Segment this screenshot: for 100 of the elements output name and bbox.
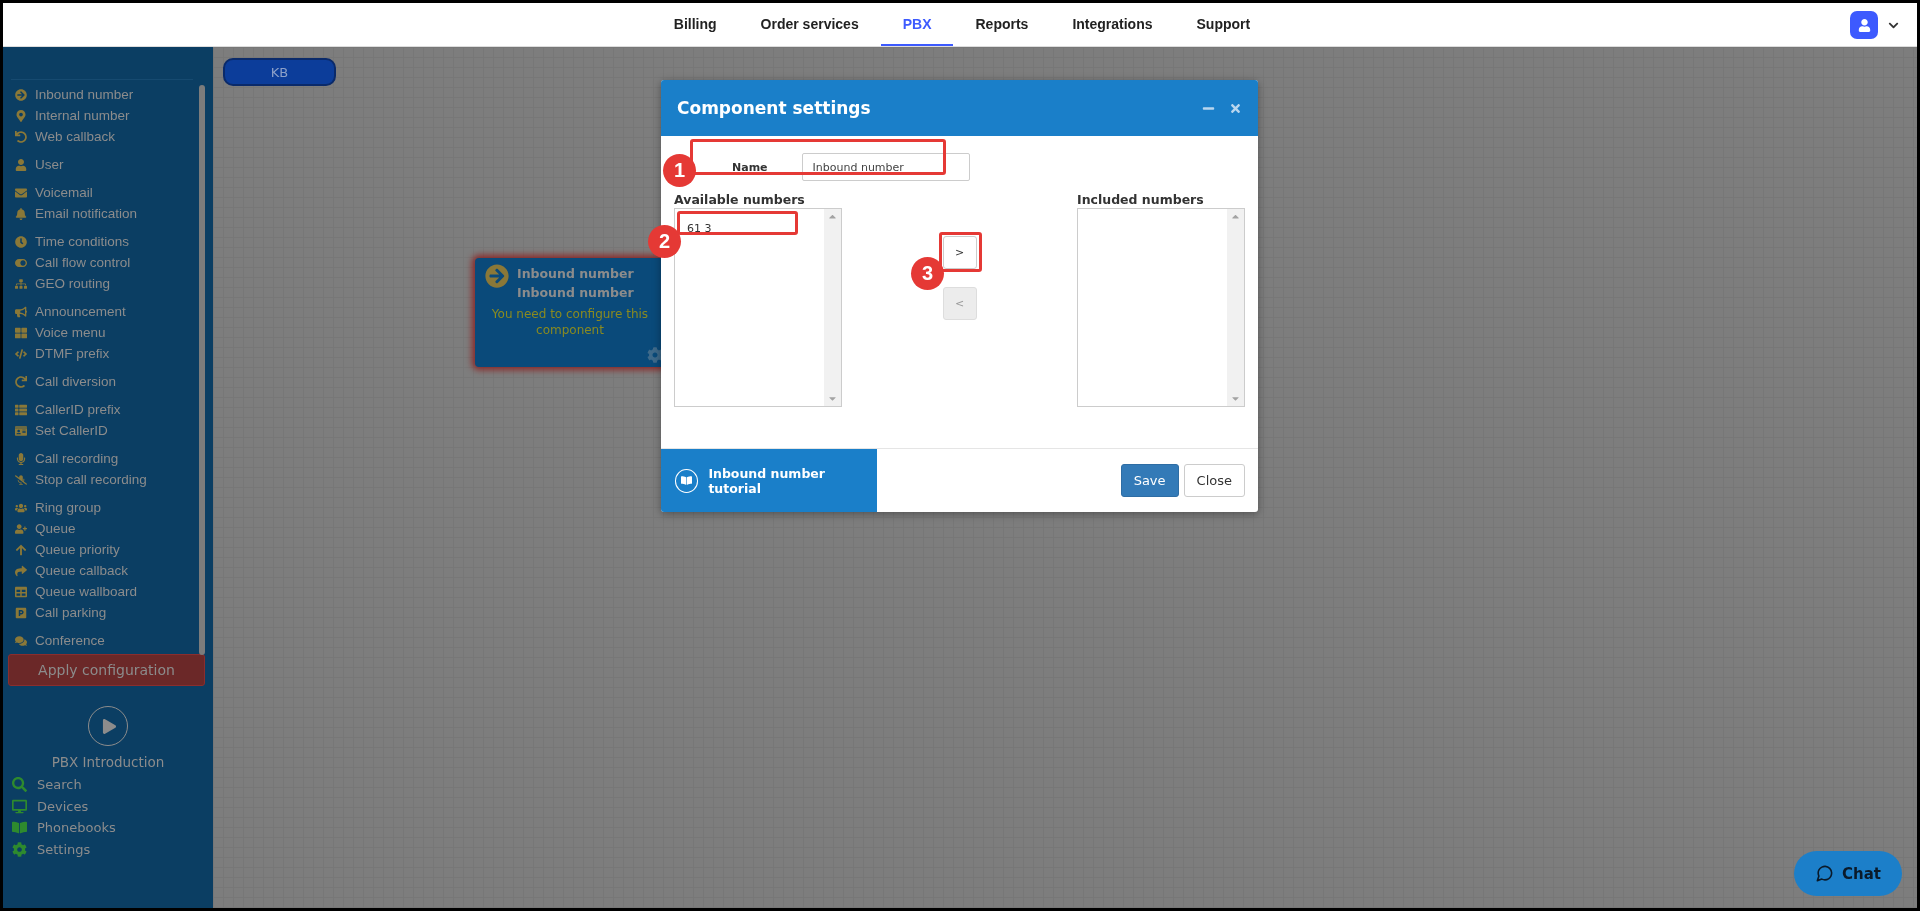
sidebar-item-label: Call diversion xyxy=(35,374,117,389)
tool-link[interactable]: Search xyxy=(11,774,213,796)
sidebar-item-label: Web callback xyxy=(35,129,116,144)
sidebar-item[interactable]: Voice menu xyxy=(14,322,213,343)
sidebar-item[interactable]: Set CallerID xyxy=(14,420,213,441)
sidebar-item[interactable]: Voicemail xyxy=(14,182,213,203)
parking-icon xyxy=(14,606,27,619)
nav-tab[interactable]: Order services xyxy=(738,3,881,46)
chat-button[interactable]: Chat xyxy=(1794,851,1902,896)
sidebar-item[interactable]: Call diversion xyxy=(14,371,213,392)
tool-label: Phonebooks xyxy=(37,820,116,836)
sidebar-item[interactable]: DTMF prefix xyxy=(14,343,213,364)
tool-link[interactable]: Phonebooks xyxy=(11,817,213,839)
speech-bubble-icon xyxy=(1815,864,1834,883)
sidebar-item[interactable]: CallerID prefix xyxy=(14,399,213,420)
user-avatar-icon[interactable] xyxy=(1850,11,1878,39)
included-numbers-list[interactable] xyxy=(1077,208,1245,407)
tutorial-link[interactable]: Inbound number tutorial xyxy=(661,449,877,512)
sidebar-item[interactable]: Internal number xyxy=(14,105,213,126)
map-pin-icon xyxy=(14,109,27,122)
tool-label: Settings xyxy=(37,841,91,857)
kb-button[interactable]: KB xyxy=(223,58,336,86)
sidebar-item-label: Queue xyxy=(35,521,76,536)
sidebar-item[interactable]: Conference xyxy=(14,630,213,651)
grid-icon xyxy=(14,326,27,339)
sidebar-item[interactable]: Announcement xyxy=(14,301,213,322)
sidebar-item-label: Call parking xyxy=(35,605,107,620)
comments-icon xyxy=(14,634,27,647)
name-label: Name xyxy=(732,160,768,174)
table-icon xyxy=(14,585,27,598)
sidebar-item-label: Voice menu xyxy=(35,325,106,340)
envelope-icon xyxy=(14,186,27,199)
available-numbers-label: Available numbers xyxy=(674,192,806,207)
sidebar-item[interactable]: Call parking xyxy=(14,602,213,623)
save-button[interactable]: Save xyxy=(1120,464,1179,497)
node-subtitle: Inbound number xyxy=(517,284,634,302)
microphone-slash-icon xyxy=(14,473,27,486)
available-numbers-list[interactable]: 61 3 xyxy=(674,208,842,407)
tool-link[interactable]: Settings xyxy=(11,838,213,860)
step-marker: 3 xyxy=(911,257,944,290)
gear-icon[interactable] xyxy=(647,347,663,363)
step-marker: 2 xyxy=(648,225,681,258)
sidebar-item[interactable]: Stop call recording xyxy=(14,469,213,490)
sidebar-item-label: Time conditions xyxy=(35,234,130,249)
sidebar-item-label: Internal number xyxy=(35,108,130,123)
node-warning: You need to configure this component xyxy=(490,306,650,338)
sidebar-item[interactable]: User xyxy=(14,154,213,175)
sidebar-item[interactable]: Web callback xyxy=(14,126,213,147)
close-icon[interactable] xyxy=(1229,101,1242,115)
undo-icon xyxy=(14,130,27,143)
sidebar-item-label: Stop call recording xyxy=(35,472,147,487)
sitemap-icon xyxy=(14,277,27,290)
sidebar-item-label: Queue priority xyxy=(35,542,120,557)
sidebar-item[interactable]: Queue xyxy=(14,518,213,539)
sidebar-item-label: DTMF prefix xyxy=(35,346,110,361)
code-icon xyxy=(14,347,27,360)
sidebar-item[interactable]: Time conditions xyxy=(14,231,213,252)
sidebar-item-label: Set CallerID xyxy=(35,423,108,438)
id-card-icon xyxy=(14,424,27,437)
arrow-up-icon xyxy=(14,543,27,556)
number-option[interactable]: 61 3 xyxy=(687,222,824,238)
sidebar-item[interactable]: Call flow control xyxy=(14,252,213,273)
bullhorn-icon xyxy=(14,305,27,318)
list-icon xyxy=(14,403,27,416)
nav-tab[interactable]: Billing xyxy=(651,3,739,46)
sidebar-item[interactable]: Call recording xyxy=(14,448,213,469)
user-icon xyxy=(14,158,27,171)
sidebar-item[interactable]: Queue callback xyxy=(14,560,213,581)
settings-icon xyxy=(11,841,27,857)
sidebar-item-label: Call recording xyxy=(35,451,119,466)
sidebar-item[interactable]: Queue wallboard xyxy=(14,581,213,602)
scrollbar-thumb[interactable] xyxy=(199,85,205,655)
apply-configuration-button[interactable]: Apply configuration xyxy=(8,654,205,686)
microphone-icon xyxy=(14,452,27,465)
sidebar-item[interactable]: Ring group xyxy=(14,497,213,518)
bell-icon xyxy=(14,207,27,220)
user-plus-icon xyxy=(14,522,27,535)
nav-tab[interactable]: Support xyxy=(1174,3,1273,46)
sidebar-item-label: CallerID prefix xyxy=(35,402,121,417)
sidebar-item-label: User xyxy=(35,157,64,172)
search-icon xyxy=(11,777,27,793)
name-input-field[interactable]: Inbound number xyxy=(801,153,970,181)
sidebar-item[interactable]: Queue priority xyxy=(14,539,213,560)
sidebar-item[interactable]: Email notification xyxy=(14,203,213,224)
included-numbers-label: Included numbers xyxy=(1077,192,1205,207)
tool-link[interactable]: Devices xyxy=(11,795,213,817)
close-button[interactable]: Close xyxy=(1183,464,1245,497)
sidebar-item[interactable]: Inbound number xyxy=(14,84,213,105)
share-arrow-icon xyxy=(14,564,27,577)
toggle-icon xyxy=(14,256,27,269)
intro-label[interactable]: PBX Introduction xyxy=(3,754,213,770)
tool-label: Search xyxy=(37,777,82,793)
sidebar-item[interactable]: GEO routing xyxy=(14,273,213,294)
move-button[interactable]: > xyxy=(942,236,977,269)
redo-icon xyxy=(14,375,27,388)
nav-tab[interactable]: Reports xyxy=(953,3,1051,46)
nav-tab[interactable]: Integrations xyxy=(1050,3,1175,46)
users-icon xyxy=(14,501,27,514)
sidebar-item-label: Email notification xyxy=(35,206,138,221)
sidebar-item-label: Voicemail xyxy=(35,185,93,200)
